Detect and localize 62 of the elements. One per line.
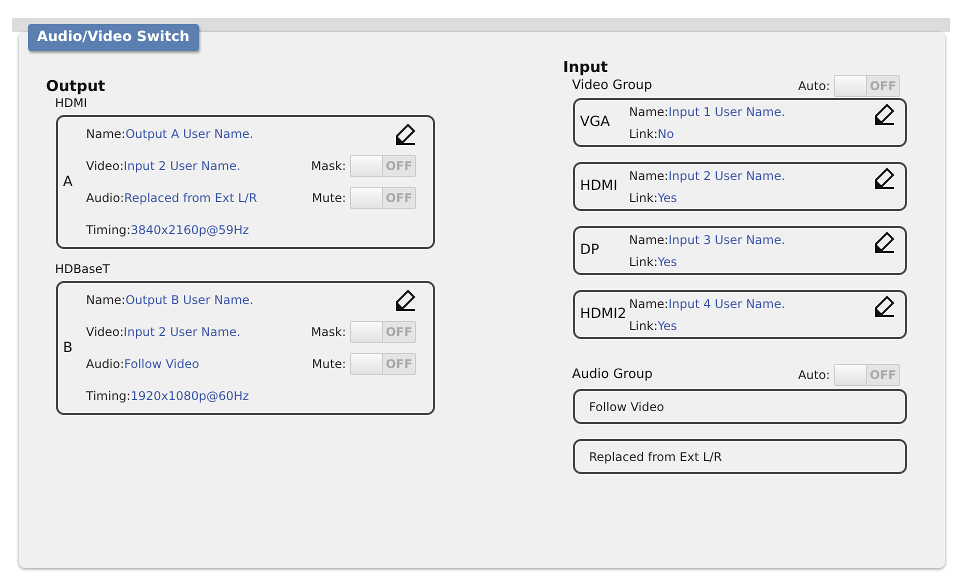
- toggle-label: Mask:: [311, 324, 346, 341]
- group-label: HDBaseT: [55, 261, 111, 277]
- edit-icon[interactable]: [873, 295, 895, 317]
- edit-icon[interactable]: [873, 167, 895, 189]
- input-card[interactable]: DP Name:Input 3 User Name. Link:Yes: [573, 226, 907, 275]
- toggle-label: Auto:: [798, 367, 830, 384]
- field-value: Output B User Name.: [125, 293, 254, 307]
- output-letter: B: [62, 338, 74, 358]
- field-value: Follow Video: [124, 357, 200, 371]
- audio-option[interactable]: Follow Video: [573, 389, 907, 424]
- field-label: Link:: [629, 126, 658, 140]
- field-label: Name:: [629, 104, 668, 118]
- input-port: HDMI: [579, 177, 619, 196]
- field-label: Audio:: [86, 191, 124, 205]
- input-card[interactable]: HDMI Name:Input 2 User Name. Link:Yes: [573, 162, 907, 211]
- field-label: Name:: [86, 293, 126, 307]
- field-label: Name:: [629, 168, 668, 182]
- field-label: Link:: [629, 318, 658, 332]
- toggle-label: Mute:: [312, 356, 346, 373]
- panel-title: Audio/Video Switch: [28, 24, 199, 51]
- field-label: Video:: [86, 325, 124, 339]
- field-label: Name:: [629, 232, 668, 246]
- field-label: Timing:: [86, 389, 131, 403]
- section-heading: Output: [46, 77, 106, 95]
- input-port: DP: [579, 241, 600, 260]
- field-label: Link:: [629, 190, 658, 204]
- field-value: Yes: [658, 254, 677, 268]
- field-value: 1920x1080p@60Hz: [130, 389, 249, 403]
- field-value: Yes: [658, 190, 677, 204]
- field-label: Link:: [629, 254, 658, 268]
- edit-icon[interactable]: [394, 289, 416, 311]
- field-value: Input 2 User Name.: [124, 159, 240, 173]
- field-value: Input 2 User Name.: [668, 168, 786, 182]
- field-value: 3840x2160p@59Hz: [130, 223, 249, 237]
- field-value: Output A User Name.: [125, 127, 254, 141]
- field-label: Video:: [86, 159, 124, 173]
- field-value: Input 1 User Name.: [668, 104, 786, 118]
- field-value: Input 4 User Name.: [668, 296, 786, 310]
- field-value: Replaced from Ext L/R: [124, 191, 258, 205]
- toggle-label: Mute:: [312, 190, 346, 207]
- section-heading: Input: [563, 58, 609, 76]
- field-value: No: [658, 126, 674, 140]
- field-label: Name:: [629, 296, 668, 310]
- group-label: Video Group: [572, 77, 652, 96]
- field-value: Input 3 User Name.: [668, 232, 786, 246]
- audio-option[interactable]: Replaced from Ext L/R: [573, 439, 907, 474]
- edit-icon[interactable]: [873, 231, 895, 253]
- group-label: HDMI: [55, 95, 88, 111]
- input-port: VGA: [579, 113, 612, 132]
- field-label: Audio:: [86, 357, 124, 371]
- field-label: Name:: [86, 127, 126, 141]
- edit-icon[interactable]: [873, 103, 895, 125]
- output-letter: A: [62, 172, 74, 192]
- group-label: Audio Group: [572, 366, 653, 384]
- input-port: HDMI2: [579, 305, 628, 324]
- field-value: Yes: [658, 318, 677, 332]
- field-label: Timing:: [86, 223, 131, 237]
- field-value: Input 2 User Name.: [124, 325, 240, 339]
- edit-icon[interactable]: [394, 123, 416, 145]
- input-card[interactable]: VGA Name:Input 1 User Name. Link:No: [573, 98, 907, 147]
- toggle-label: Mask:: [311, 158, 346, 175]
- toggle-label: Auto:: [798, 78, 830, 95]
